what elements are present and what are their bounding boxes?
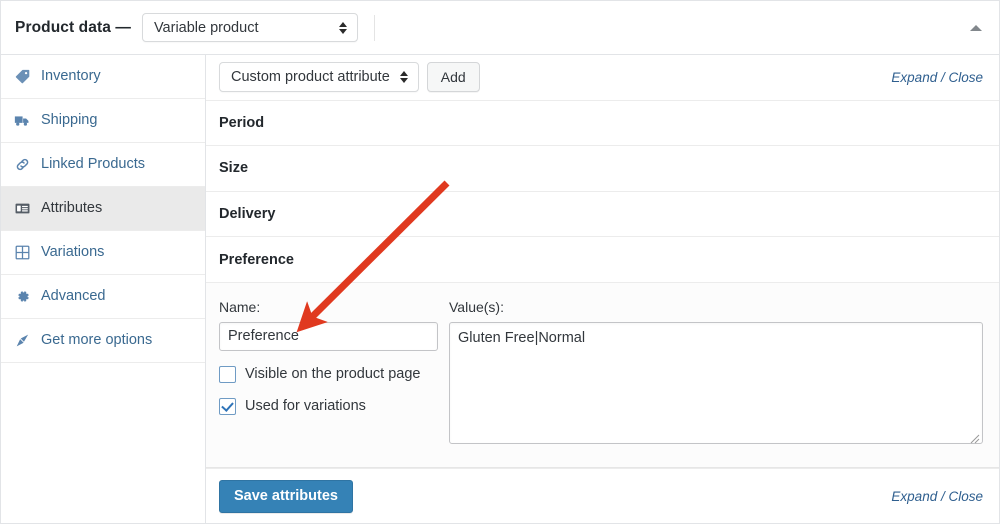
megaphone-icon <box>11 330 33 352</box>
link-icon <box>11 154 33 176</box>
sidebar-item-label: Inventory <box>41 68 101 85</box>
add-attribute-button[interactable]: Add <box>426 62 480 93</box>
close-link[interactable]: Close <box>948 70 983 85</box>
product-type-value: Variable product <box>153 19 259 36</box>
select-updown-icon <box>338 21 347 34</box>
attributes-content: Custom product attribute Add Expand / Cl… <box>206 55 999 523</box>
sidebar-item-label: Shipping <box>41 112 98 129</box>
expand-close-separator: / <box>937 69 949 85</box>
sidebar-item-advanced[interactable]: Advanced <box>1 275 205 319</box>
expand-link[interactable]: Expand <box>891 489 937 504</box>
sidebar-item-label: Attributes <box>41 200 103 217</box>
product-data-panel: Product data — Variable product Inventor… <box>0 0 1000 524</box>
attribute-edit-panel: Name: Visible on the product page Used f… <box>206 282 999 468</box>
used-for-variations-checkbox[interactable] <box>219 397 236 415</box>
panel-collapse-toggle[interactable] <box>965 17 987 39</box>
used-for-variations-label: Used for variations <box>245 398 366 415</box>
sidebar-item-label: Variations <box>41 244 105 261</box>
name-field-label: Name: <box>219 298 261 315</box>
sidebar-item-get-more-options[interactable]: Get more options <box>1 319 205 363</box>
attribute-type-select[interactable]: Custom product attribute <box>219 62 419 93</box>
attribute-type-value: Custom product attribute <box>231 69 390 86</box>
visible-on-product-page-checkbox[interactable] <box>219 365 236 383</box>
used-for-variations-row[interactable]: Used for variations <box>219 397 438 415</box>
table-row[interactable]: Delivery <box>206 191 999 238</box>
panel-header: Product data — Variable product <box>1 1 999 55</box>
header-divider <box>373 14 375 41</box>
list-view-icon <box>11 198 33 220</box>
attribute-name-column: Name: Visible on the product page Used f… <box>219 299 438 447</box>
close-link[interactable]: Close <box>948 489 983 504</box>
sidebar-item-shipping[interactable]: Shipping <box>1 99 205 143</box>
table-row[interactable]: Size <box>206 146 999 192</box>
attribute-name-input[interactable] <box>219 321 438 351</box>
values-field-label: Value(s): <box>449 298 504 315</box>
expand-close-separator: / <box>937 488 949 504</box>
page-title: Product data — <box>15 18 131 36</box>
triangle-up-icon <box>970 24 982 31</box>
select-updown-icon <box>399 71 408 84</box>
expand-close-links-bottom: Expand / Close <box>891 489 983 504</box>
sidebar-item-variations[interactable]: Variations <box>1 231 205 275</box>
attribute-row-name: Delivery <box>219 205 276 222</box>
attribute-row-name: Preference <box>219 251 294 268</box>
attribute-values-textarea[interactable]: Gluten Free|Normal <box>449 321 983 444</box>
sidebar-item-attributes[interactable]: Attributes <box>1 187 205 231</box>
product-type-select[interactable]: Variable product <box>141 13 358 42</box>
sidebar-item-linked-products[interactable]: Linked Products <box>1 143 205 187</box>
attributes-footer: Save attributes Expand / Close <box>206 467 999 523</box>
truck-icon <box>11 110 33 132</box>
table-row[interactable]: Period <box>206 100 999 147</box>
panel-body: Inventory Shipping Linked Products Attri… <box>1 55 999 523</box>
gear-icon <box>11 286 33 308</box>
grid-icon <box>11 242 33 264</box>
product-data-sidebar: Inventory Shipping Linked Products Attri… <box>1 55 206 523</box>
attribute-row-name: Period <box>219 114 265 131</box>
sidebar-item-label: Advanced <box>41 288 106 305</box>
tag-icon <box>11 66 33 88</box>
attribute-row-name: Size <box>219 160 249 177</box>
save-attributes-button[interactable]: Save attributes <box>219 480 353 513</box>
visible-on-product-page-label: Visible on the product page <box>245 366 421 383</box>
expand-link[interactable]: Expand <box>891 70 937 85</box>
table-row[interactable]: Preference <box>206 237 999 283</box>
values-textarea-wrap: Gluten Free|Normal <box>449 321 983 447</box>
sidebar-item-label: Linked Products <box>41 156 145 173</box>
expand-close-links-top: Expand / Close <box>891 70 983 85</box>
visible-on-product-page-row[interactable]: Visible on the product page <box>219 365 438 383</box>
sidebar-item-inventory[interactable]: Inventory <box>1 55 205 99</box>
attribute-values-column: Value(s): Gluten Free|Normal <box>438 299 983 447</box>
sidebar-item-label: Get more options <box>41 332 153 349</box>
attributes-toolbar: Custom product attribute Add Expand / Cl… <box>206 55 999 101</box>
